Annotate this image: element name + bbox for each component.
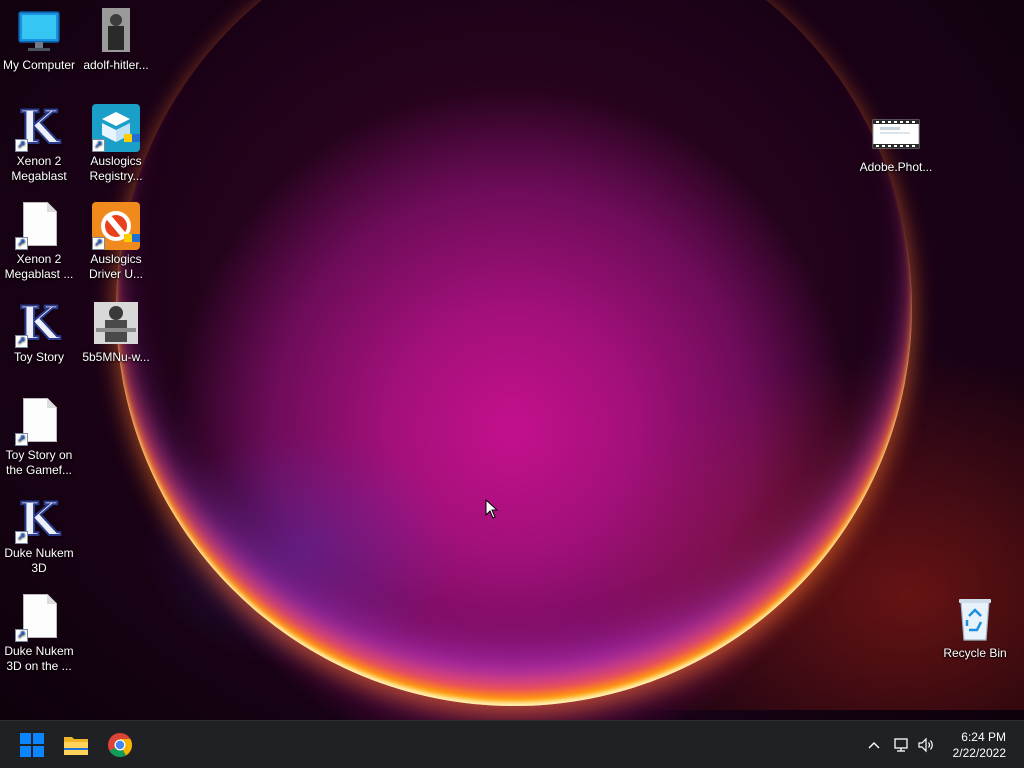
start-button[interactable] [16,729,48,761]
k-shortcut-icon: K ↗ [15,495,63,544]
desktop-icon-label: Auslogics Registry... [89,154,143,183]
desktop-icon-xenon-2-megablast-file[interactable]: ↗ Xenon 2 Megablast ... [0,202,78,282]
clock-time: 6:24 PM [961,730,1006,744]
desktop-icon-recycle-bin[interactable]: Recycle Bin [936,596,1014,661]
file-shortcut-icon: ↗ [15,398,63,446]
desktop-icon-label: adolf-hitler... [83,58,149,72]
desktop-icon-toy-story[interactable]: K ↗ Toy Story [0,299,78,365]
desktop-icon-duke-nukem-3d[interactable]: K ↗ Duke Nukem 3D [0,495,78,576]
desktop-icon-auslogics-driver[interactable]: ↗ Auslogics Driver U... [77,202,155,282]
video-file-icon [872,110,920,158]
recycle-bin-icon [951,596,999,644]
photo-thumbnail-icon [92,8,140,56]
shortcut-arrow-icon: ↗ [15,531,28,544]
file-explorer-button[interactable] [60,729,92,761]
chrome-button[interactable] [104,729,136,761]
file-shortcut-icon: ↗ [15,594,63,642]
desktop-icon-label: Xenon 2 Megablast [11,154,67,183]
desktop-icon-label: Recycle Bin [943,646,1007,660]
desktop-icon-adolf-hitler[interactable]: adolf-hitler... [77,8,155,73]
desktop-icon-label: Duke Nukem 3D [4,546,74,575]
clock-date: 2/22/2022 [952,746,1006,760]
shortcut-arrow-icon: ↗ [15,335,28,348]
shortcut-arrow-icon: ↗ [15,629,28,642]
computer-icon [15,8,63,56]
taskbar-clock[interactable]: 6:24 PM 2/22/2022 [936,729,1006,761]
mouse-cursor-icon [485,498,499,519]
desktop-icon-label: Adobe.Phot... [859,160,933,174]
desktop-icon-xenon-2-megablast[interactable]: K ↗ Xenon 2 Megablast [0,103,78,184]
desktop-icon-my-computer[interactable]: My Computer [0,8,78,73]
desktop[interactable]: My Computer adolf-hitler... K ↗ Xenon 2 … [0,0,1024,720]
desktop-icon-label: Toy Story on the Gamef... [5,448,73,477]
auslogics-driver-icon: ↗ [92,202,140,250]
wallpaper-cool-glow [140,430,460,670]
auslogics-registry-icon: ↗ [92,104,140,152]
k-shortcut-icon: K ↗ [15,103,63,152]
network-icon[interactable] [891,735,911,755]
windows-start-icon [20,733,44,757]
folder-icon [64,737,88,755]
shortcut-arrow-icon: ↗ [92,139,105,152]
file-shortcut-icon: ↗ [15,202,63,250]
chevron-up-icon[interactable] [864,735,884,755]
shortcut-arrow-icon: ↗ [15,237,28,250]
desktop-icon-adobe-photoshop-video[interactable]: Adobe.Phot... [857,110,935,175]
shortcut-arrow-icon: ↗ [92,237,105,250]
desktop-icon-label: Duke Nukem 3D on the ... [4,644,74,673]
desktop-icon-duke-nukem-3d-file[interactable]: ↗ Duke Nukem 3D on the ... [0,594,78,674]
volume-icon[interactable] [916,735,936,755]
photo-thumbnail-icon [92,300,140,348]
desktop-icon-5b5mnu[interactable]: 5b5MNu-w... [77,300,155,365]
desktop-icon-label: My Computer [2,58,76,72]
desktop-icon-label: Toy Story [13,350,64,364]
desktop-icon-toy-story-gamefaqs[interactable]: ↗ Toy Story on the Gamef... [0,398,78,478]
shortcut-arrow-icon: ↗ [15,433,28,446]
taskbar: 6:24 PM 2/22/2022 [0,720,1024,768]
shortcut-arrow-icon: ↗ [15,139,28,152]
chrome-icon [108,733,133,758]
desktop-icon-label: Auslogics Driver U... [89,252,143,281]
desktop-icon-label: 5b5MNu-w... [82,350,150,364]
desktop-icon-auslogics-registry[interactable]: ↗ Auslogics Registry... [77,104,155,184]
desktop-icon-label: Xenon 2 Megablast ... [4,252,74,281]
k-shortcut-icon: K ↗ [15,299,63,348]
